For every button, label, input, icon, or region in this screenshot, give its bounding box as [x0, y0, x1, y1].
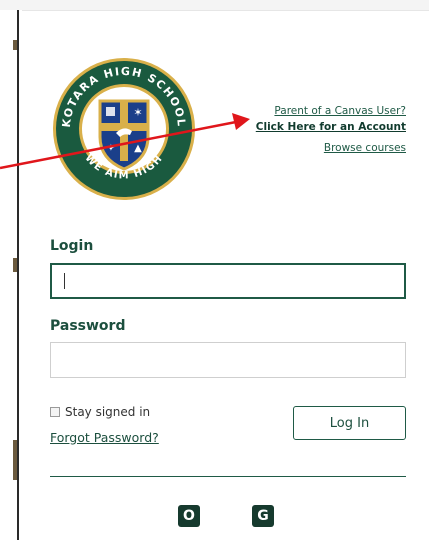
- password-label: Password: [50, 318, 126, 334]
- screenshot-stage: KOTARA HIGH SCHOOL WE AIM HIGH ✶ ✦ ▲ Par…: [0, 0, 429, 540]
- forgot-password-link[interactable]: Forgot Password?: [50, 430, 159, 445]
- left-border-line: [17, 10, 19, 540]
- browse-courses-link[interactable]: Browse courses: [256, 140, 406, 156]
- svg-text:▲: ▲: [134, 143, 142, 154]
- left-edge-mark: [13, 440, 17, 480]
- create-account-link[interactable]: Click Here for an Account: [256, 119, 406, 135]
- left-edge-mark: [13, 258, 17, 272]
- stay-signed-in-label: Stay signed in: [65, 405, 151, 419]
- parent-canvas-user-link[interactable]: Parent of a Canvas User?: [256, 103, 406, 119]
- password-input[interactable]: [50, 342, 406, 378]
- text-caret: [64, 273, 65, 289]
- stay-signed-in-checkbox[interactable]: [50, 407, 60, 417]
- google-login-icon[interactable]: G: [252, 505, 274, 527]
- svg-text:✦: ✦: [107, 143, 115, 154]
- login-input[interactable]: [50, 263, 406, 299]
- account-links: Parent of a Canvas User? Click Here for …: [256, 103, 406, 156]
- school-crest-logo: KOTARA HIGH SCHOOL WE AIM HIGH ✶ ✦ ▲: [51, 56, 197, 202]
- login-label: Login: [50, 238, 94, 254]
- stay-signed-in-row[interactable]: Stay signed in: [50, 405, 150, 419]
- log-in-button[interactable]: Log In: [293, 406, 406, 440]
- svg-text:✶: ✶: [133, 106, 142, 119]
- left-edge-mark: [13, 40, 17, 50]
- office-365-login-icon[interactable]: O: [178, 505, 200, 527]
- sso-divider: [50, 476, 406, 477]
- google-icon-glyph: G: [257, 508, 269, 524]
- office-icon-glyph: O: [183, 508, 195, 524]
- browser-top-strip: [0, 0, 429, 11]
